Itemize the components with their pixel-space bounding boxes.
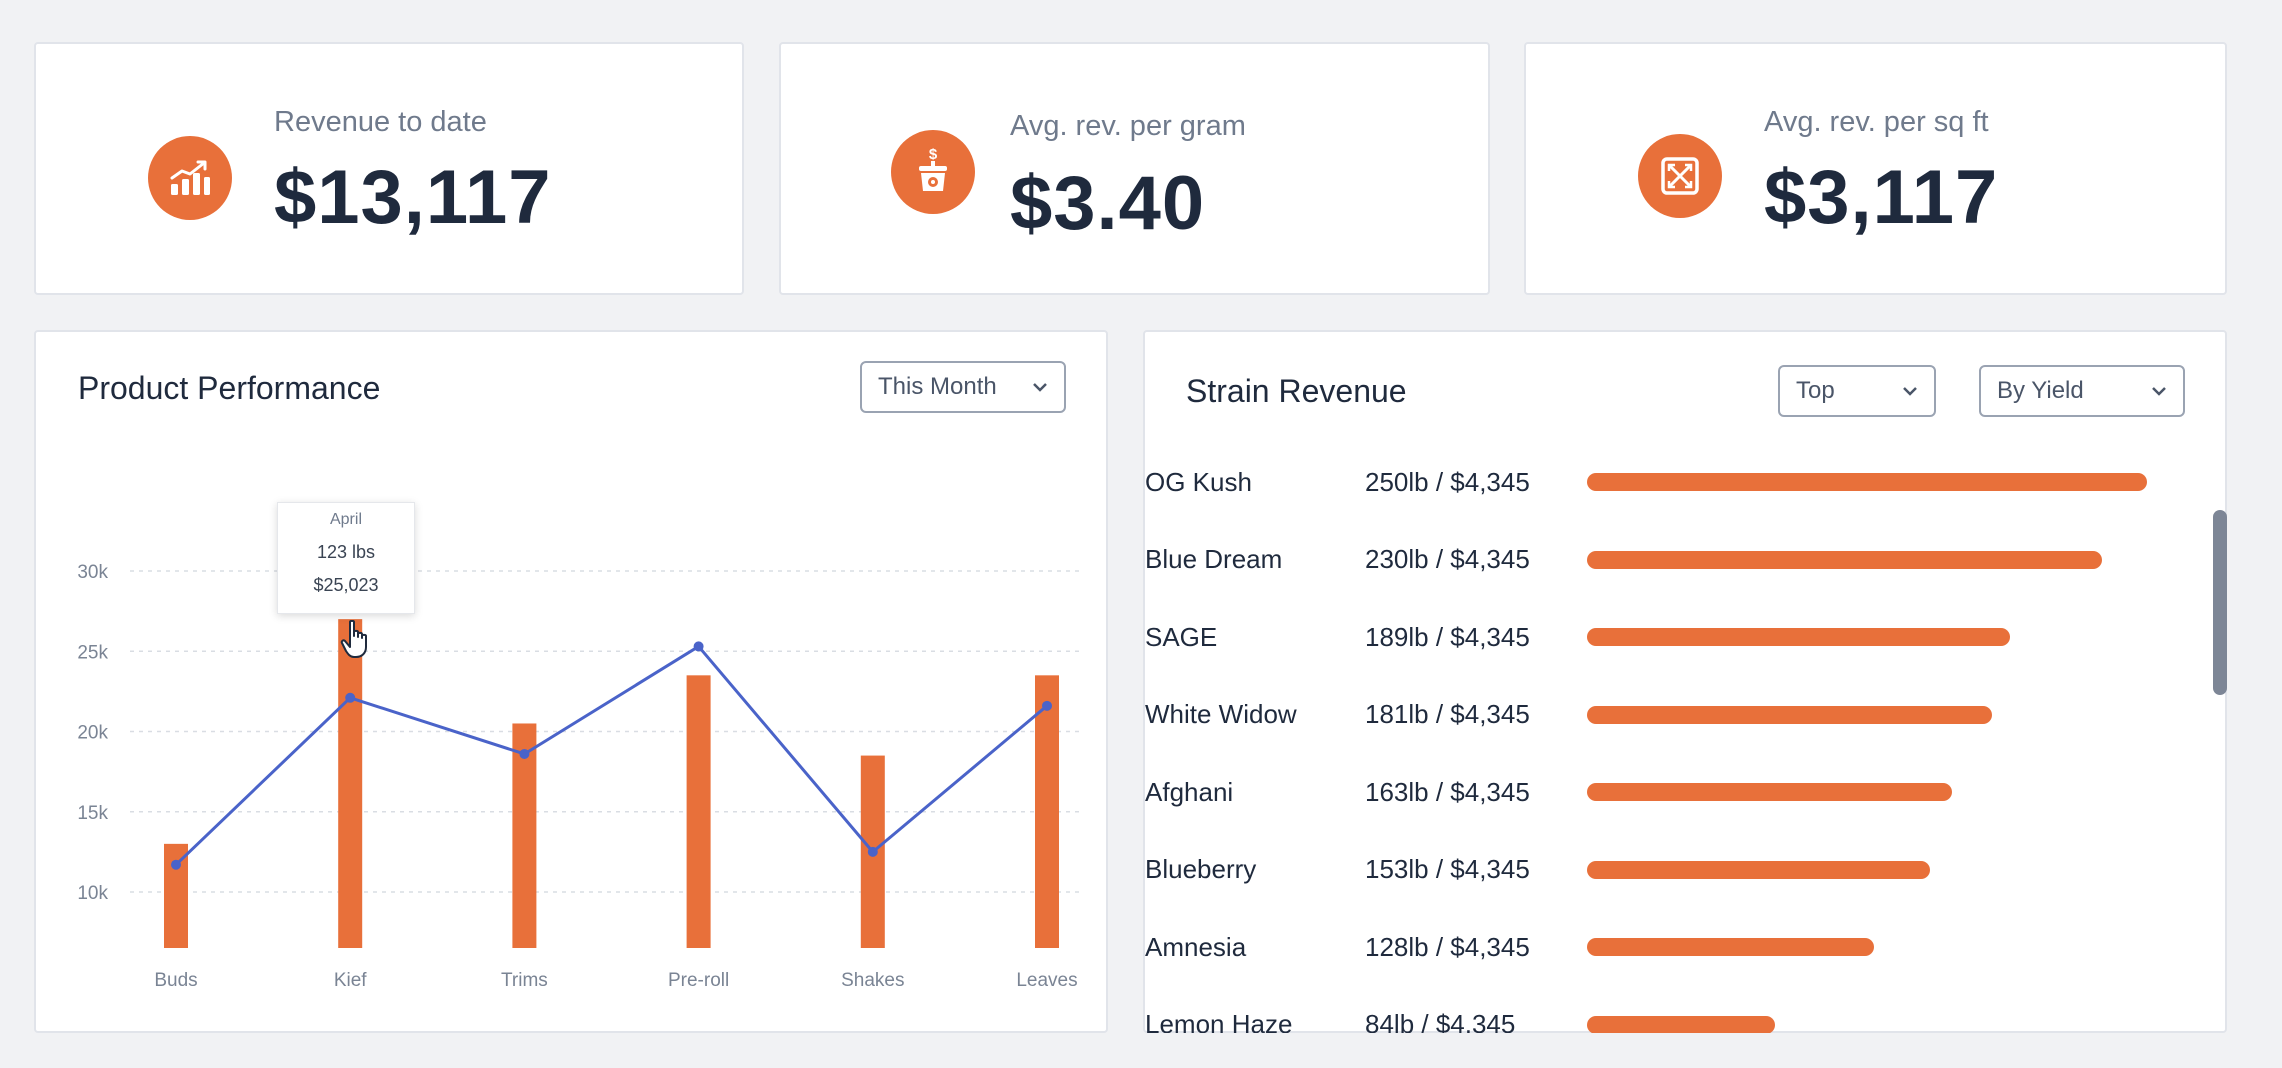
- scrollbar-thumb[interactable]: [2213, 510, 2227, 695]
- kpi-label: Revenue to date: [274, 106, 487, 138]
- strain-bar-track: [1587, 705, 2185, 724]
- rank-select-value: Top: [1796, 377, 1835, 404]
- strain-bar-track: [1587, 938, 2185, 956]
- chart-tooltip: April 123 lbs $25,023: [277, 502, 415, 614]
- strain-bar-track: [1587, 628, 2185, 646]
- tooltip-revenue: $25,023: [313, 575, 379, 595]
- chevron-down-icon: [1033, 383, 1047, 392]
- chevron-down-icon: [1903, 387, 1917, 396]
- svg-text:$: $: [929, 146, 938, 163]
- strain-row[interactable]: OG Kush 250lb / $4,345: [1145, 462, 2185, 502]
- sort-select[interactable]: By Yield: [1979, 365, 2185, 417]
- strain-stat: 250lb / $4,345: [1365, 466, 1530, 497]
- chevron-down-icon: [2152, 387, 2166, 396]
- growth-chart-icon: [148, 136, 232, 220]
- panel-title: Product Performance: [78, 370, 381, 406]
- strain-bar: [1587, 783, 1953, 801]
- strain-name: Lemon Haze: [1145, 1009, 1293, 1033]
- period-select-value: This Month: [878, 373, 997, 400]
- strain-row[interactable]: Blueberry 153lb / $4,345: [1145, 850, 2185, 890]
- kpi-label: Avg. rev. per gram: [1010, 110, 1246, 142]
- strain-stat: 189lb / $4,345: [1365, 621, 1530, 652]
- strain-name: Blue Dream: [1145, 544, 1283, 574]
- sort-select-value: By Yield: [1997, 377, 2084, 404]
- period-select[interactable]: This Month: [860, 361, 1066, 413]
- strain-bar: [1587, 473, 2147, 491]
- strain-stat: 84lb / $4,345: [1365, 1009, 1516, 1033]
- kpi-card-rev-per-gram: $ Avg. rev. per gram $3.40: [779, 42, 1490, 295]
- strain-bar: [1587, 705, 1993, 724]
- area-expand-icon: [1638, 134, 1722, 218]
- product-performance-panel: [34, 330, 1108, 1033]
- strain-name: Blueberry: [1145, 854, 1257, 884]
- strain-bar: [1587, 1015, 1776, 1033]
- strain-row[interactable]: Blue Dream 230lb / $4,345: [1145, 540, 2185, 580]
- kpi-label: Avg. rev. per sq ft: [1764, 106, 1989, 138]
- strain-name: Amnesia: [1145, 931, 1247, 962]
- kpi-value: $13,117: [274, 155, 552, 240]
- strain-list[interactable]: OG Kush 250lb / $4,345 Blue Dream 230lb / $…: [1145, 455, 2205, 1033]
- strain-bar-track: [1587, 860, 2185, 879]
- strain-row[interactable]: White Widow 181lb / $4,345: [1145, 695, 2185, 735]
- strain-row[interactable]: Afghani 163lb / $4,345: [1145, 772, 2185, 812]
- strain-stat: 153lb / $4,345: [1365, 854, 1530, 884]
- strain-row[interactable]: Amnesia 128lb / $4,345: [1145, 927, 2185, 967]
- strain-stat: 128lb / $4,345: [1365, 931, 1530, 962]
- kpi-card-rev-per-sqft: Avg. rev. per sq ft $3,117: [1524, 42, 2227, 295]
- strain-stat: 181lb / $4,345: [1365, 699, 1530, 729]
- strain-bar: [1587, 938, 1874, 956]
- strain-row[interactable]: Lemon Haze 84lb / $4,345: [1145, 1005, 2185, 1033]
- kpi-value: $3,117: [1764, 155, 1999, 240]
- strain-name: SAGE: [1145, 621, 1218, 652]
- strain-bar-track: [1587, 473, 2185, 491]
- strain-row[interactable]: SAGE 189lb / $4,345: [1145, 617, 2185, 657]
- strain-stat: 230lb / $4,345: [1365, 544, 1530, 574]
- strain-name: OG Kush: [1145, 466, 1252, 497]
- strain-bar: [1587, 550, 2103, 569]
- kpi-card-revenue: Revenue to date $13,117: [34, 42, 744, 295]
- strain-bar: [1587, 860, 1930, 879]
- strain-name: Afghani: [1145, 776, 1234, 807]
- strain-bar: [1587, 628, 2011, 646]
- strain-stat: 163lb / $4,345: [1365, 776, 1530, 807]
- strain-bar-track: [1587, 550, 2185, 569]
- strain-bar-track: [1587, 1015, 2185, 1033]
- strain-bar-track: [1587, 783, 2185, 801]
- scale-dollar-icon: $: [891, 130, 975, 214]
- rank-select[interactable]: Top: [1778, 365, 1936, 417]
- hand-cursor-icon: [340, 620, 367, 658]
- strain-name: White Widow: [1145, 699, 1297, 729]
- tooltip-weight: 123 lbs: [316, 542, 376, 562]
- panel-title: Strain Revenue: [1186, 373, 1407, 409]
- kpi-value: $3.40: [1010, 161, 1206, 246]
- tooltip-title: April: [329, 511, 362, 528]
